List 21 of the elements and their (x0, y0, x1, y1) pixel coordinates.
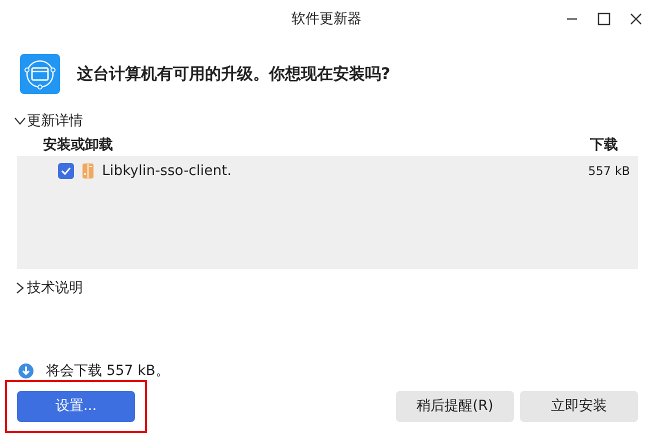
app-window-icon (20, 54, 60, 94)
chevron-icon[interactable] (13, 116, 27, 126)
download-info: 将会下载 557 kB。 (46, 362, 170, 380)
dialog-button[interactable]: 设置... (17, 390, 135, 422)
package-size: 557 kB (588, 164, 630, 178)
expander[interactable]: 更新详情 (15, 112, 83, 130)
close-icon[interactable] (629, 12, 643, 26)
heading: 这台计算机有可用的升级。你想现在安装吗? (77, 64, 390, 84)
column-header: 下载 (590, 136, 618, 154)
maximize-icon[interactable] (597, 12, 611, 26)
chevron-icon[interactable] (15, 281, 25, 295)
column-header: 安装或卸载 (43, 136, 113, 154)
checkbox[interactable] (58, 163, 74, 179)
check-icon (60, 165, 72, 177)
dialog-button[interactable]: 稍后提醒(R) (396, 390, 514, 422)
expander[interactable]: 技术说明 (15, 279, 83, 297)
window-title: 软件更新器 (292, 10, 362, 28)
download-icon (18, 363, 34, 379)
package-icon (82, 163, 94, 179)
dialog-button[interactable]: 立即安装 (520, 390, 638, 422)
package-name: Libkylin-sso-client. (102, 163, 232, 179)
